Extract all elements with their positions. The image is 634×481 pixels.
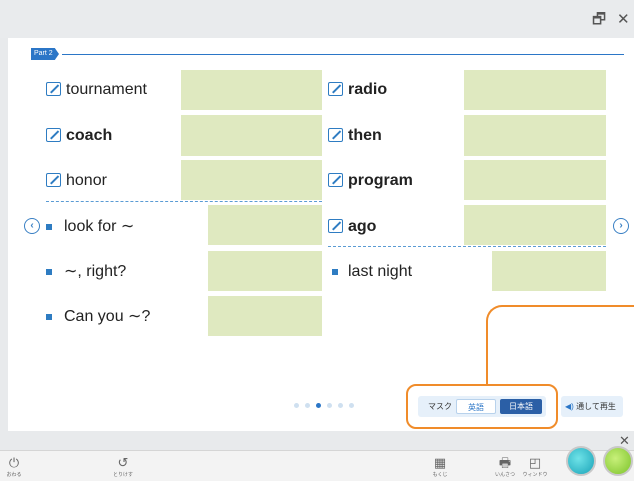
window-icon: ◰ — [528, 455, 542, 470]
phrase: ∼, right? — [64, 263, 127, 280]
vocab-word: ago — [348, 218, 377, 235]
bullet-icon — [46, 224, 52, 230]
phrase: last night — [348, 263, 413, 280]
check-icon[interactable] — [328, 219, 343, 233]
page-dot[interactable] — [349, 403, 354, 408]
manabi-button[interactable] — [566, 446, 596, 476]
bullet-icon — [332, 269, 338, 275]
play-all-button[interactable]: ◀) 通して再生 — [561, 396, 623, 417]
window-button[interactable]: ◰ ウィンドウ — [522, 455, 548, 478]
vocab-word: tournament — [66, 81, 147, 98]
bullet-icon — [46, 314, 52, 320]
mask-english-button[interactable]: 英語 — [456, 399, 496, 414]
check-icon[interactable] — [328, 173, 343, 187]
prev-page-button[interactable]: ‹ — [24, 218, 40, 234]
vocab-word: then — [348, 127, 382, 144]
check-icon[interactable] — [46, 173, 61, 187]
power-icon: ⏻ — [8, 455, 20, 470]
speaker-icon: ◀) — [565, 402, 574, 411]
check-icon[interactable] — [46, 82, 61, 96]
section-divider — [328, 246, 606, 247]
undo-icon: ↺ — [117, 455, 129, 470]
check-icon[interactable] — [328, 128, 343, 142]
part-tag: Part 2 — [31, 48, 59, 60]
answer-box[interactable] — [208, 251, 322, 291]
power-button[interactable]: ⏻ おわる — [4, 455, 24, 478]
answer-box[interactable] — [492, 251, 606, 291]
answer-box[interactable] — [208, 205, 322, 245]
kaku-button[interactable] — [603, 446, 633, 476]
answer-box[interactable] — [208, 296, 322, 336]
phrase: Can you ∼? — [64, 308, 151, 325]
vocab-word: honor — [66, 172, 107, 189]
title-bar: 🗗 ✕ — [0, 0, 634, 38]
page-dot-active[interactable] — [316, 403, 321, 408]
play-all-label: 通して再生 — [576, 402, 616, 411]
mask-label: マスク — [428, 402, 452, 411]
answer-box[interactable] — [181, 70, 322, 110]
check-icon[interactable] — [328, 82, 343, 96]
answer-box[interactable] — [181, 160, 322, 200]
undo-button[interactable]: ↺ とりけす — [110, 455, 136, 478]
phrase: look for ∼ — [64, 218, 135, 235]
bullet-icon — [46, 269, 52, 275]
answer-box[interactable] — [181, 115, 322, 156]
vocab-word: radio — [348, 81, 388, 98]
mask-japanese-button[interactable]: 日本語 — [500, 399, 542, 414]
page-dot[interactable] — [338, 403, 343, 408]
page-dot[interactable] — [327, 403, 332, 408]
grid-label: もくじ — [432, 472, 448, 478]
print-button[interactable]: 🖶 いんさつ — [494, 455, 516, 478]
print-label: いんさつ — [494, 472, 515, 478]
page-dot[interactable] — [305, 403, 310, 408]
print-icon: 🖶 — [498, 455, 512, 470]
answer-box[interactable] — [464, 115, 606, 156]
restore-icon[interactable]: 🗗 — [592, 12, 606, 27]
mask-toggle: マスク 英語 日本語 — [418, 396, 546, 417]
section-divider — [46, 201, 322, 202]
annotation-arrow — [486, 305, 634, 385]
grid-icon: ▦ — [433, 455, 447, 470]
part-divider — [62, 54, 624, 55]
grid-button[interactable]: ▦ もくじ — [430, 455, 450, 478]
vocab-word: program — [348, 172, 413, 189]
undo-label: とりけす — [112, 472, 133, 478]
answer-box[interactable] — [464, 160, 606, 200]
vocab-word: coach — [66, 127, 113, 144]
close-icon[interactable]: ✕ — [617, 12, 630, 27]
answer-box[interactable] — [464, 205, 606, 245]
answer-box[interactable] — [464, 70, 606, 110]
window-label: ウィンドウ — [522, 472, 548, 478]
next-page-button[interactable]: › — [613, 218, 629, 234]
power-label: おわる — [6, 472, 22, 478]
check-icon[interactable] — [46, 128, 61, 142]
page-dot[interactable] — [294, 403, 299, 408]
